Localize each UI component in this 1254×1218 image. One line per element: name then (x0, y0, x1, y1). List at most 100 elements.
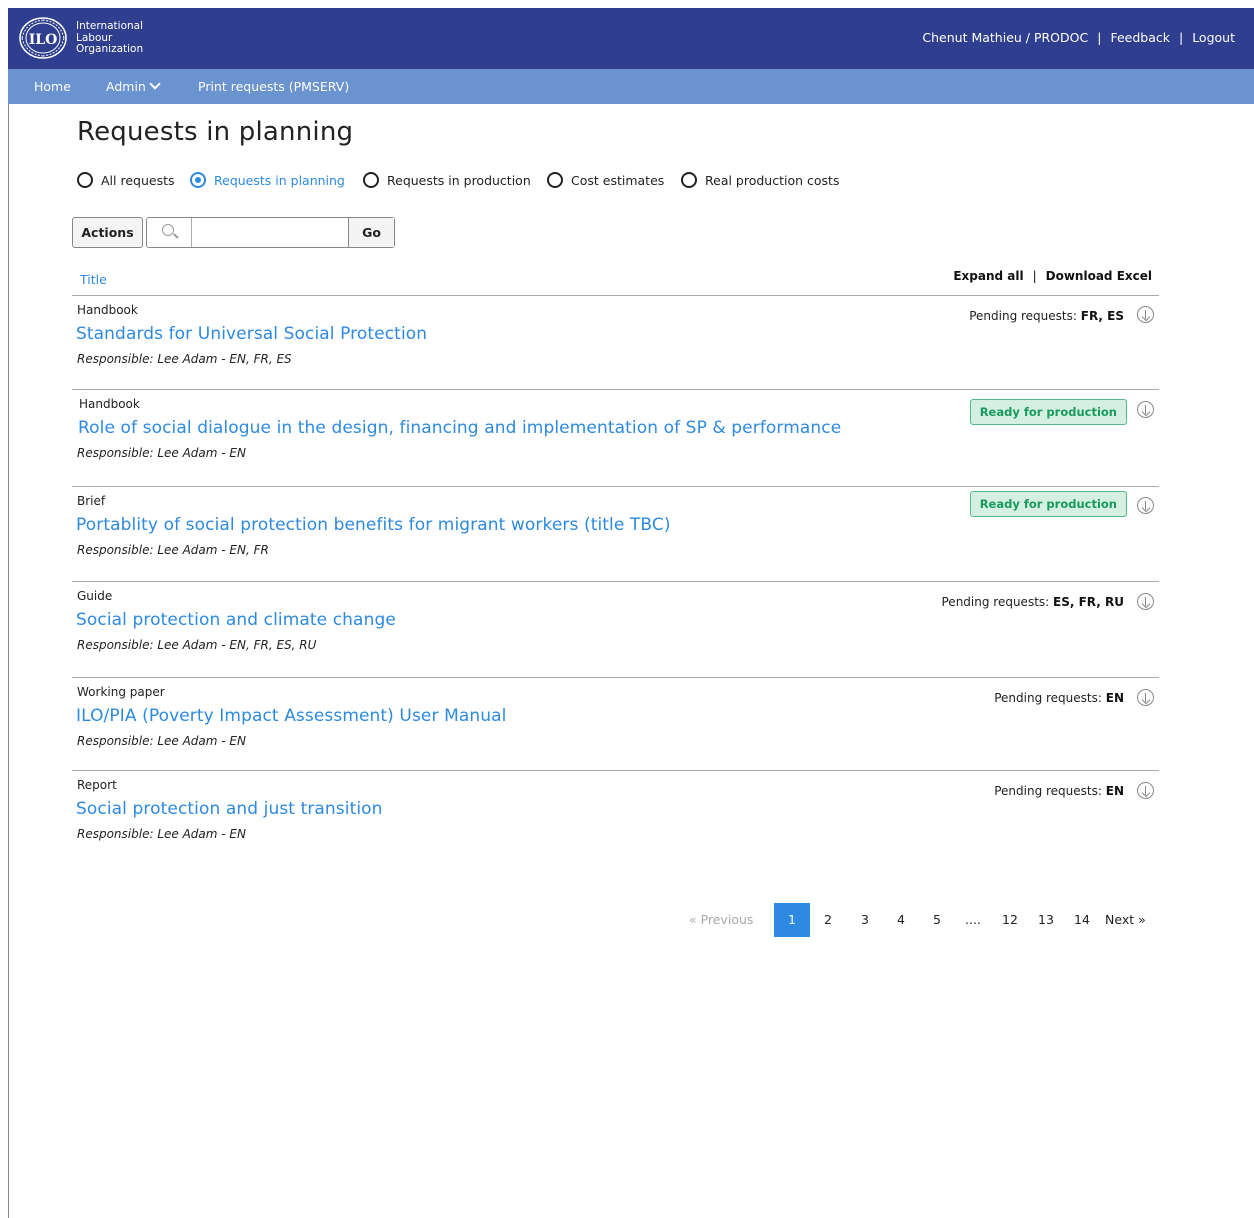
left-border (8, 104, 9, 1218)
logo-text: ILO (29, 32, 58, 48)
request-title-link[interactable]: Social protection and climate change (76, 610, 396, 630)
responsible-text: Responsible: Lee Adam - EN, FR (77, 543, 269, 557)
user-links: Chenut Mathieu / PRODOC | Feedback | Logout (922, 30, 1235, 45)
pending-requests: Pending requests: ES, FR, RU (942, 595, 1125, 609)
go-button[interactable]: Go (348, 218, 394, 247)
radio-icon (681, 172, 697, 188)
actions-button[interactable]: Actions (72, 217, 143, 248)
main-nav: Home Admin Print requests (PMSERV) (8, 69, 1254, 104)
pending-label: Pending requests: (994, 784, 1102, 798)
org-name: International Labour Organization (76, 20, 144, 56)
search-icon[interactable] (147, 218, 192, 247)
separator: | (1178, 30, 1184, 45)
list-tools: Expand all | Download Excel (953, 269, 1152, 283)
responsible-text: Responsible: Lee Adam - EN, FR, ES (77, 352, 292, 366)
nav-home[interactable]: Home (34, 79, 71, 94)
ilo-logo-icon[interactable]: ILO (18, 16, 68, 60)
radio-icon (547, 172, 563, 188)
page-13-button[interactable]: 13 (1038, 903, 1054, 937)
page-2-button[interactable]: 2 (824, 903, 832, 937)
download-icon[interactable] (1137, 306, 1154, 323)
pending-requests: Pending requests: EN (994, 784, 1124, 798)
pending-label: Pending requests: (994, 691, 1102, 705)
pending-languages: EN (1105, 691, 1124, 705)
pending-label: Pending requests: (969, 309, 1077, 323)
nav-home-label: Home (34, 79, 71, 94)
search-box: Go (146, 217, 395, 248)
pending-languages: EN (1105, 784, 1124, 798)
filter-label: All requests (101, 172, 175, 188)
filter-all-requests[interactable]: All requests (77, 172, 175, 188)
request-row: Report Social protection and just transi… (72, 771, 1159, 861)
filter-label: Requests in production (387, 172, 531, 188)
request-title-link[interactable]: Social protection and just transition (76, 799, 383, 819)
nav-admin[interactable]: Admin (106, 78, 161, 94)
pending-requests: Pending requests: EN (994, 691, 1124, 705)
request-title-link[interactable]: Role of social dialogue in the design, f… (78, 418, 841, 438)
request-row: Handbook Standards for Universal Social … (72, 296, 1159, 386)
responsible-text: Responsible: Lee Adam - EN (77, 827, 246, 841)
responsible-text: Responsible: Lee Adam - EN (77, 446, 246, 460)
page-title: Requests in planning (77, 117, 354, 147)
feedback-link[interactable]: Feedback (1110, 30, 1170, 45)
page-5-button[interactable]: 5 (933, 903, 941, 937)
radio-icon (77, 172, 93, 188)
publication-type: Handbook (77, 303, 138, 317)
radio-checked-icon (190, 172, 206, 188)
org-name-line-3: Organization (76, 43, 144, 55)
previous-page-button[interactable]: « Previous (689, 903, 753, 937)
filter-requests-in-planning[interactable]: Requests in planning (190, 172, 345, 188)
chevron-down-icon (149, 78, 161, 90)
page-4-button[interactable]: 4 (897, 903, 905, 937)
nav-print-requests[interactable]: Print requests (PMSERV) (198, 79, 349, 94)
filter-label: Requests in planning (214, 172, 345, 188)
user-name-link[interactable]: Chenut Mathieu / PRODOC (922, 30, 1088, 45)
filter-label: Real production costs (705, 172, 840, 188)
column-title-sort[interactable]: Title (80, 272, 107, 287)
next-page-button[interactable]: Next » (1105, 903, 1146, 937)
nav-admin-label: Admin (106, 79, 146, 94)
top-header: ILO International Labour Organization Ch… (8, 8, 1254, 69)
publication-type: Working paper (77, 685, 165, 699)
org-name-line-1: International (76, 20, 144, 32)
search-input[interactable] (193, 218, 349, 247)
ready-for-production-badge: Ready for production (969, 491, 1127, 517)
filter-label: Cost estimates (571, 172, 665, 188)
page-14-button[interactable]: 14 (1074, 903, 1090, 937)
request-title-link[interactable]: ILO/PIA (Poverty Impact Assessment) User… (76, 706, 506, 726)
expand-all-link[interactable]: Expand all (953, 269, 1023, 283)
radio-icon (363, 172, 379, 188)
pagination-ellipsis: .... (965, 912, 981, 927)
request-row: Brief Portablity of social protection be… (72, 487, 1159, 577)
pending-languages: FR, ES (1080, 309, 1124, 323)
page-3-button[interactable]: 3 (861, 903, 869, 937)
publication-type: Guide (77, 589, 113, 603)
request-title-link[interactable]: Portablity of social protection benefits… (76, 515, 671, 535)
filter-cost-estimates[interactable]: Cost estimates (547, 172, 664, 188)
publication-type: Handbook (79, 397, 140, 411)
publication-type: Brief (77, 494, 106, 508)
page-12-button[interactable]: 12 (1002, 903, 1018, 937)
request-row: Guide Social protection and climate chan… (72, 582, 1159, 672)
request-row: Handbook Role of social dialogue in the … (72, 390, 1159, 480)
filter-real-production-costs[interactable]: Real production costs (681, 172, 839, 188)
download-icon[interactable] (1137, 593, 1154, 610)
filter-requests-in-production[interactable]: Requests in production (363, 172, 531, 188)
pending-label: Pending requests: (941, 595, 1050, 609)
responsible-text: Responsible: Lee Adam - EN (77, 734, 246, 748)
nav-print-requests-label: Print requests (PMSERV) (198, 79, 350, 94)
request-row: Working paper ILO/PIA (Poverty Impact As… (72, 678, 1159, 768)
pending-languages: ES, FR, RU (1053, 595, 1124, 609)
download-icon[interactable] (1137, 689, 1154, 706)
download-icon[interactable] (1137, 497, 1154, 514)
logout-link[interactable]: Logout (1192, 30, 1235, 45)
responsible-text: Responsible: Lee Adam - EN, FR, ES, RU (77, 638, 317, 652)
ready-for-production-badge: Ready for production (969, 399, 1127, 425)
download-icon[interactable] (1137, 782, 1154, 799)
pending-requests: Pending requests: FR, ES (969, 309, 1124, 323)
separator: | (1032, 269, 1037, 283)
page-1-button[interactable]: 1 (774, 903, 810, 937)
request-title-link[interactable]: Standards for Universal Social Protectio… (76, 324, 427, 344)
download-excel-link[interactable]: Download Excel (1046, 269, 1152, 283)
download-icon[interactable] (1137, 401, 1154, 418)
